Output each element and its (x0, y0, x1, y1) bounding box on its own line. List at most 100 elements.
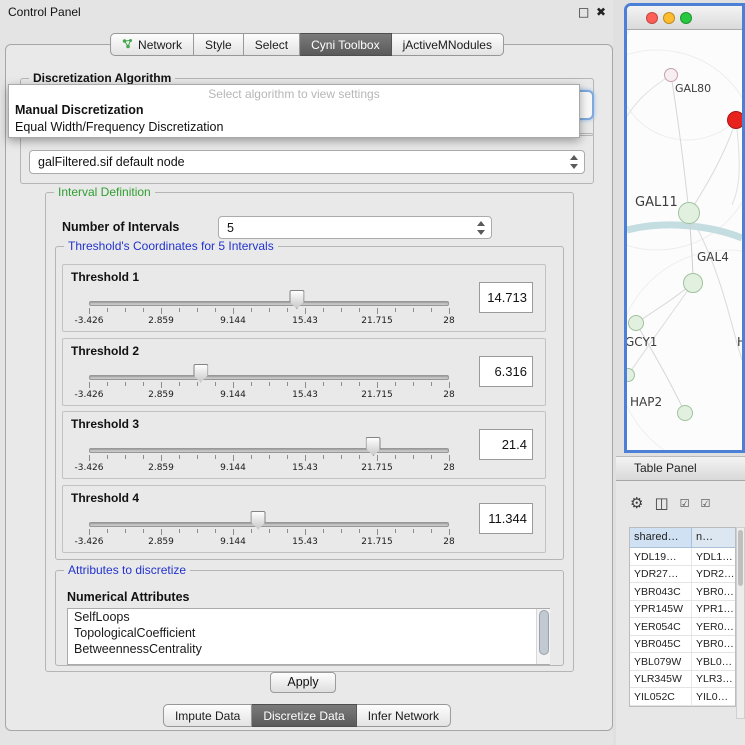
tick-mark (395, 382, 396, 386)
table-row[interactable]: YIL052CYIL0… (630, 688, 735, 706)
tab-infer-network[interactable]: Infer Network (357, 704, 451, 727)
algorithm-dropdown: Select algorithm to view settings Manual… (8, 84, 580, 138)
tick-mark (233, 382, 234, 388)
scale-label: 2.859 (148, 390, 174, 400)
scale-label: 9.144 (220, 463, 246, 473)
table-row[interactable]: YDL19…YDL1… (630, 548, 735, 566)
network-view-window: GAL80GAL11GAL4GCY1HHAP2 (624, 3, 745, 453)
dropdown-option-manual-discretization[interactable]: Manual Discretization (9, 102, 579, 119)
threshold-value-field[interactable]: 6.316 (479, 356, 533, 387)
tab-network[interactable]: Network (110, 33, 194, 56)
network-edge (671, 75, 689, 213)
tick-mark (107, 382, 108, 386)
scrollbar-thumb[interactable] (539, 610, 549, 655)
table-row[interactable]: YPR145WYPR1… (630, 601, 735, 619)
toolbar-show-columns-icon[interactable]: ◫ (654, 496, 668, 511)
dropdown-option-equal-width-frequency[interactable]: Equal Width/Frequency Discretization (9, 119, 579, 136)
tick-mark (197, 308, 198, 312)
network-node[interactable] (677, 405, 693, 421)
table-row[interactable]: YBL079WYBL0… (630, 653, 735, 671)
table-row[interactable]: YBR043CYBR0… (630, 583, 735, 601)
network-icon (122, 38, 133, 52)
network-node[interactable] (628, 315, 644, 331)
network-window-titlebar[interactable] (627, 6, 742, 30)
tab-discretize-data[interactable]: Discretize Data (252, 704, 356, 727)
threshold-slider[interactable]: -3.4262.8599.14415.4321.71528 (89, 436, 449, 476)
tick-mark (251, 308, 252, 312)
network-edge (732, 120, 739, 205)
column-header-name[interactable]: n… (692, 528, 735, 548)
scrollbar-thumb[interactable] (738, 530, 743, 586)
tab-style[interactable]: Style (194, 33, 244, 56)
column-header-shared-name[interactable]: shared… (630, 528, 692, 548)
tick-mark (215, 455, 216, 459)
threshold-label: Threshold 3 (71, 417, 139, 431)
traffic-light-zoom[interactable] (680, 12, 692, 24)
network-node[interactable] (683, 273, 703, 293)
top-tab-bar: Network StyleSelectCyni Toolbox jActiveMNo… (110, 33, 504, 56)
network-node-label: GAL11 (635, 195, 678, 210)
tick-mark (323, 455, 324, 459)
number-of-intervals-combobox[interactable]: 5 (218, 216, 492, 239)
table-row[interactable]: YDR27…YDR2… (630, 566, 735, 584)
threshold-panel-4: Threshold 4-3.4262.8599.14415.4321.71528… (62, 485, 546, 553)
network-node[interactable] (678, 202, 700, 224)
table-row[interactable]: YBR045CYBR0… (630, 636, 735, 654)
network-node[interactable] (664, 68, 678, 82)
tab-select[interactable]: Select (244, 33, 300, 56)
threshold-value-field[interactable]: 11.344 (479, 503, 533, 534)
float-window-icon[interactable]: □ (578, 5, 589, 19)
toolbar-select-all-secondary-icon[interactable]: ☑ (701, 498, 711, 509)
slider-thumb[interactable] (289, 290, 304, 309)
network-node-label: HAP2 (630, 395, 662, 409)
table-row[interactable]: YER054CYER0… (630, 618, 735, 636)
tick-mark (161, 529, 162, 535)
tick-mark (89, 382, 90, 388)
tab-label: jActiveMNodules (403, 38, 492, 52)
apply-button[interactable]: Apply (270, 672, 336, 693)
tick-mark (413, 382, 414, 386)
table-row[interactable]: YLR345WYLR3… (630, 671, 735, 689)
traffic-light-minimize[interactable] (663, 12, 675, 24)
network-canvas[interactable]: GAL80GAL11GAL4GCY1HHAP2 (627, 30, 742, 450)
attribute-item[interactable]: BetweennessCentrality (68, 641, 549, 657)
slider-track (89, 301, 449, 306)
tick-mark (179, 529, 180, 533)
attributes-list-scrollbar[interactable] (536, 609, 550, 664)
tick-mark (251, 382, 252, 386)
tick-mark (305, 529, 306, 535)
threshold-panels: Threshold 1-3.4262.8599.14415.4321.71528… (62, 264, 546, 556)
tab-jactivemnodules[interactable]: jActiveMNodules (392, 33, 504, 56)
attribute-item[interactable]: SelfLoops (68, 609, 549, 625)
tick-mark (233, 529, 234, 535)
network-node[interactable] (727, 111, 742, 129)
table-data-combobox[interactable]: galFiltered.sif default node (29, 150, 585, 174)
slider-thumb[interactable] (251, 511, 266, 530)
tick-mark (323, 308, 324, 312)
tick-mark (107, 308, 108, 312)
tick-mark (323, 529, 324, 533)
threshold-value-field[interactable]: 14.713 (479, 282, 533, 313)
table-cell-shared-name: YPR145W (630, 601, 692, 618)
tick-mark (305, 382, 306, 388)
toolbar-settings-gear-icon[interactable]: ⚙ (630, 496, 643, 511)
threshold-slider[interactable]: -3.4262.8599.14415.4321.71528 (89, 510, 449, 550)
threshold-slider[interactable]: -3.4262.8599.14415.4321.71528 (89, 289, 449, 329)
tab-label: Network (138, 38, 182, 52)
attribute-item[interactable]: TopologicalCoefficient (68, 625, 549, 641)
table-cell-name: YIL0… (692, 688, 735, 705)
threshold-value-field[interactable]: 21.4 (479, 429, 533, 460)
tab-impute-data[interactable]: Impute Data (163, 704, 252, 727)
number-of-intervals-label: Number of Intervals (62, 220, 179, 234)
traffic-light-close[interactable] (646, 12, 658, 24)
slider-thumb[interactable] (193, 364, 208, 383)
toolbar-select-all-icon[interactable]: ☑ (680, 498, 690, 509)
slider-thumb[interactable] (366, 437, 381, 456)
tab-cyni-toolbox[interactable]: Cyni Toolbox (300, 33, 391, 56)
threshold-slider[interactable]: -3.4262.8599.14415.4321.71528 (89, 363, 449, 403)
scale-label: 15.43 (292, 463, 318, 473)
tick-mark (107, 455, 108, 459)
close-panel-icon[interactable]: ✖ (596, 5, 606, 19)
tick-mark (395, 529, 396, 533)
table-scrollbar[interactable] (736, 527, 745, 719)
